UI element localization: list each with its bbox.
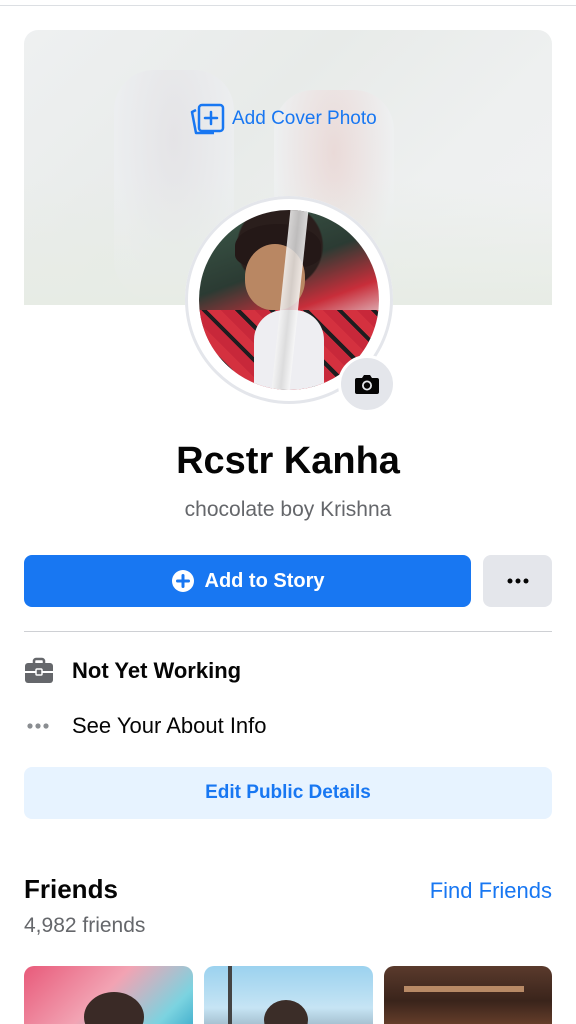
friends-section-title: Friends [24,874,118,904]
profile-bio: chocolate boy Krishna [184,498,392,521]
work-status-text: Not Yet Working [72,658,242,683]
ellipsis-icon [507,578,528,584]
edit-public-details-button[interactable]: Edit Public Details [24,767,552,819]
about-info-row[interactable]: See Your About Info [24,712,267,740]
about-info-link[interactable]: See Your About Info [72,713,267,739]
friend-photo[interactable] [384,966,552,1024]
find-friends-link[interactable]: Find Friends [430,878,552,904]
plus-circle-icon [171,570,194,592]
section-divider [24,631,552,632]
friend-photo[interactable] [204,966,373,1024]
more-options-button[interactable] [483,555,552,607]
friends-count: 4,982 friends [24,914,146,937]
change-profile-picture-button[interactable] [338,355,396,413]
add-to-story-button[interactable]: Add to Story [24,555,471,607]
add-photo-icon [190,103,225,135]
add-cover-photo-button[interactable]: Add Cover Photo [190,102,377,136]
ellipsis-icon [27,723,49,729]
work-info-row: Not Yet Working [24,657,241,685]
profile-name: Rcstr Kanha [176,440,400,482]
camera-icon [355,375,379,394]
briefcase-icon [25,657,53,683]
add-to-story-label: Add to Story [204,569,325,592]
top-divider [0,5,576,6]
friend-photo[interactable] [24,966,193,1024]
add-cover-photo-label: Add Cover Photo [232,108,377,129]
